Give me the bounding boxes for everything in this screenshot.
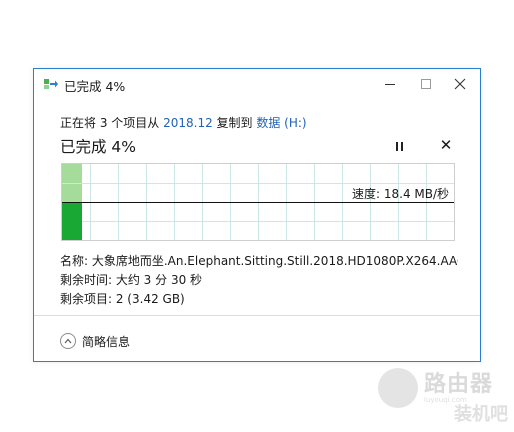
router-logo-icon bbox=[378, 368, 418, 408]
fewer-details-toggle[interactable]: 简略信息 bbox=[60, 331, 130, 351]
fewer-details-label: 简略信息 bbox=[82, 334, 131, 349]
time-remaining-value: 大约 3 分 30 秒 bbox=[115, 273, 203, 287]
maximize-icon bbox=[421, 79, 431, 89]
speed-graph-canvas bbox=[62, 164, 454, 240]
time-remaining-label: 剩余时间: bbox=[60, 273, 116, 287]
file-name-value: 大象席地而坐.An.Elephant.Sitting.Still.2018.HD… bbox=[91, 254, 458, 268]
items-remaining-value: 2 (3.42 GB) bbox=[115, 292, 185, 306]
progress-heading: 已完成 4% bbox=[60, 138, 137, 156]
time-remaining-row: 剩余时间: 大约 3 分 30 秒 bbox=[60, 271, 458, 290]
pause-icon-bar-left bbox=[395, 141, 398, 151]
summary-middle: 复制到 bbox=[212, 116, 257, 130]
file-name-row: 名称: 大象席地而坐.An.Elephant.Sitting.Still.201… bbox=[60, 252, 458, 271]
chevron-up-icon bbox=[60, 333, 76, 349]
cancel-button[interactable]: ✕ bbox=[439, 137, 453, 153]
site-watermark: 路由器 luyouqi.com 装机吧 bbox=[372, 362, 512, 428]
transfer-speed-graph bbox=[61, 163, 455, 241]
copy-icon bbox=[44, 79, 58, 89]
watermark-text: 路由器 bbox=[424, 372, 494, 397]
source-folder-link[interactable]: 2018.12 bbox=[163, 116, 213, 130]
speed-label: 速度: 18.4 MB/秒 bbox=[352, 187, 450, 201]
title-bar[interactable]: 已完成 4% bbox=[34, 69, 480, 99]
footer-divider bbox=[34, 315, 480, 316]
copy-summary: 正在将 3 个项目从 2018.12 复制到 数据 (H:) bbox=[60, 114, 307, 131]
file-name-label: 名称: bbox=[60, 254, 92, 268]
items-remaining-label: 剩余项目: bbox=[60, 292, 116, 306]
close-button[interactable] bbox=[440, 69, 480, 99]
window-title: 已完成 4% bbox=[64, 79, 126, 94]
minimize-icon bbox=[385, 84, 395, 85]
copy-progress-dialog: 已完成 4% 正在将 3 个项目从 2018.12 复制到 数据 (H:) 已完… bbox=[33, 68, 481, 362]
watermark-stamp: 装机吧 bbox=[454, 404, 508, 425]
transfer-details: 名称: 大象席地而坐.An.Elephant.Sitting.Still.201… bbox=[60, 252, 458, 309]
minimize-button[interactable] bbox=[370, 69, 410, 99]
speed-history-area bbox=[62, 202, 82, 240]
summary-prefix: 正在将 3 个项目从 bbox=[60, 116, 164, 130]
pause-button[interactable] bbox=[392, 139, 406, 153]
close-icon bbox=[454, 78, 466, 90]
pause-icon-bar-right bbox=[400, 141, 403, 151]
destination-drive-link[interactable]: 数据 (H:) bbox=[256, 116, 306, 130]
items-remaining-row: 剩余项目: 2 (3.42 GB) bbox=[60, 290, 458, 309]
